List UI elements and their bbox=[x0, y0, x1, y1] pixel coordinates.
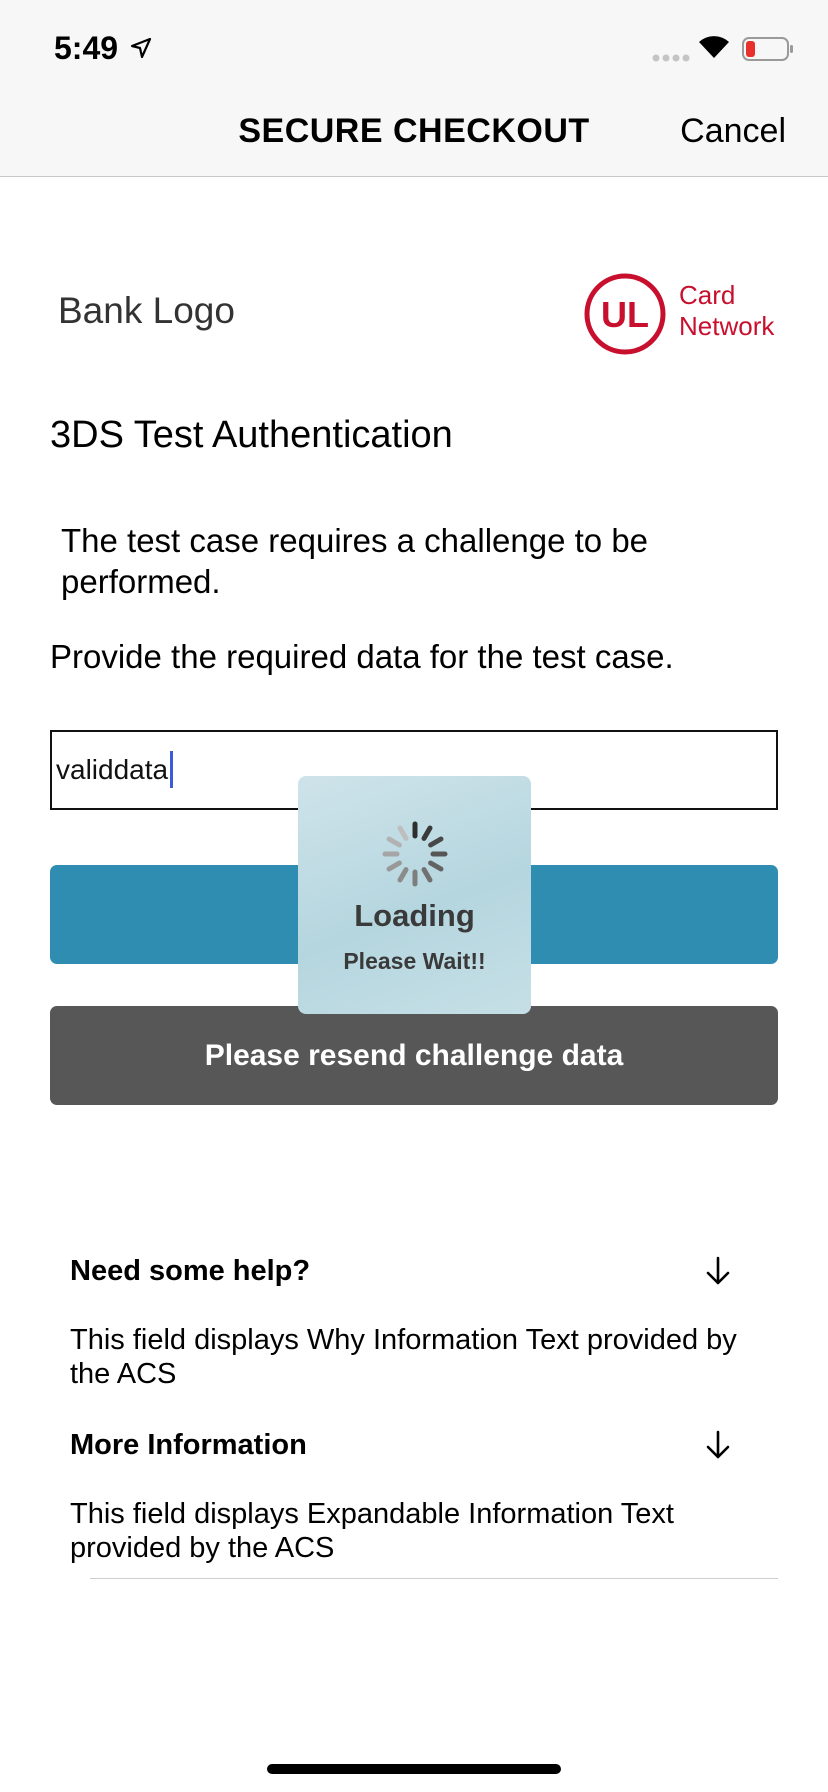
arrow-down-icon[interactable] bbox=[705, 1256, 731, 1291]
battery-icon bbox=[742, 37, 794, 66]
cancel-button[interactable]: Cancel bbox=[680, 112, 786, 151]
challenge-info-text: The test case requires a challenge to be… bbox=[61, 522, 649, 600]
signal-icon bbox=[652, 50, 690, 68]
need-help-toggle[interactable]: Need some help? bbox=[70, 1255, 310, 1288]
more-information-toggle[interactable]: More Information bbox=[70, 1429, 307, 1462]
loading-overlay: Loading Please Wait!! bbox=[298, 776, 531, 1014]
home-indicator bbox=[267, 1764, 561, 1774]
location-arrow-icon bbox=[130, 37, 152, 64]
challenge-input-label: Provide the required data for the test c… bbox=[50, 638, 674, 675]
ul-logo-icon: UL bbox=[583, 272, 667, 361]
need-help-text: This field displays Why Information Text… bbox=[70, 1324, 737, 1390]
status-bar: 5:49 bbox=[0, 0, 828, 90]
divider bbox=[90, 1578, 778, 1579]
more-information-text: This field displays Expandable Informati… bbox=[70, 1498, 674, 1564]
status-time: 5:49 bbox=[54, 30, 119, 66]
wifi-icon bbox=[697, 34, 731, 65]
resend-challenge-button[interactable]: Please resend challenge data bbox=[50, 1006, 778, 1105]
challenge-input-value: validdata bbox=[56, 754, 169, 785]
bank-logo: Bank Logo bbox=[58, 290, 235, 331]
arrow-down-icon[interactable] bbox=[705, 1430, 731, 1465]
card-network-line1: Card bbox=[679, 280, 736, 310]
text-caret bbox=[170, 751, 173, 788]
nav-bar: SECURE CHECKOUT Cancel bbox=[0, 90, 828, 177]
loading-title: Loading bbox=[354, 898, 475, 933]
card-network-label: Card Network bbox=[679, 280, 774, 342]
spinner-icon bbox=[375, 814, 455, 899]
loading-subtitle: Please Wait!! bbox=[343, 948, 486, 974]
svg-text:UL: UL bbox=[601, 294, 649, 335]
challenge-heading: 3DS Test Authentication bbox=[50, 414, 453, 456]
card-network-line2: Network bbox=[679, 311, 775, 341]
